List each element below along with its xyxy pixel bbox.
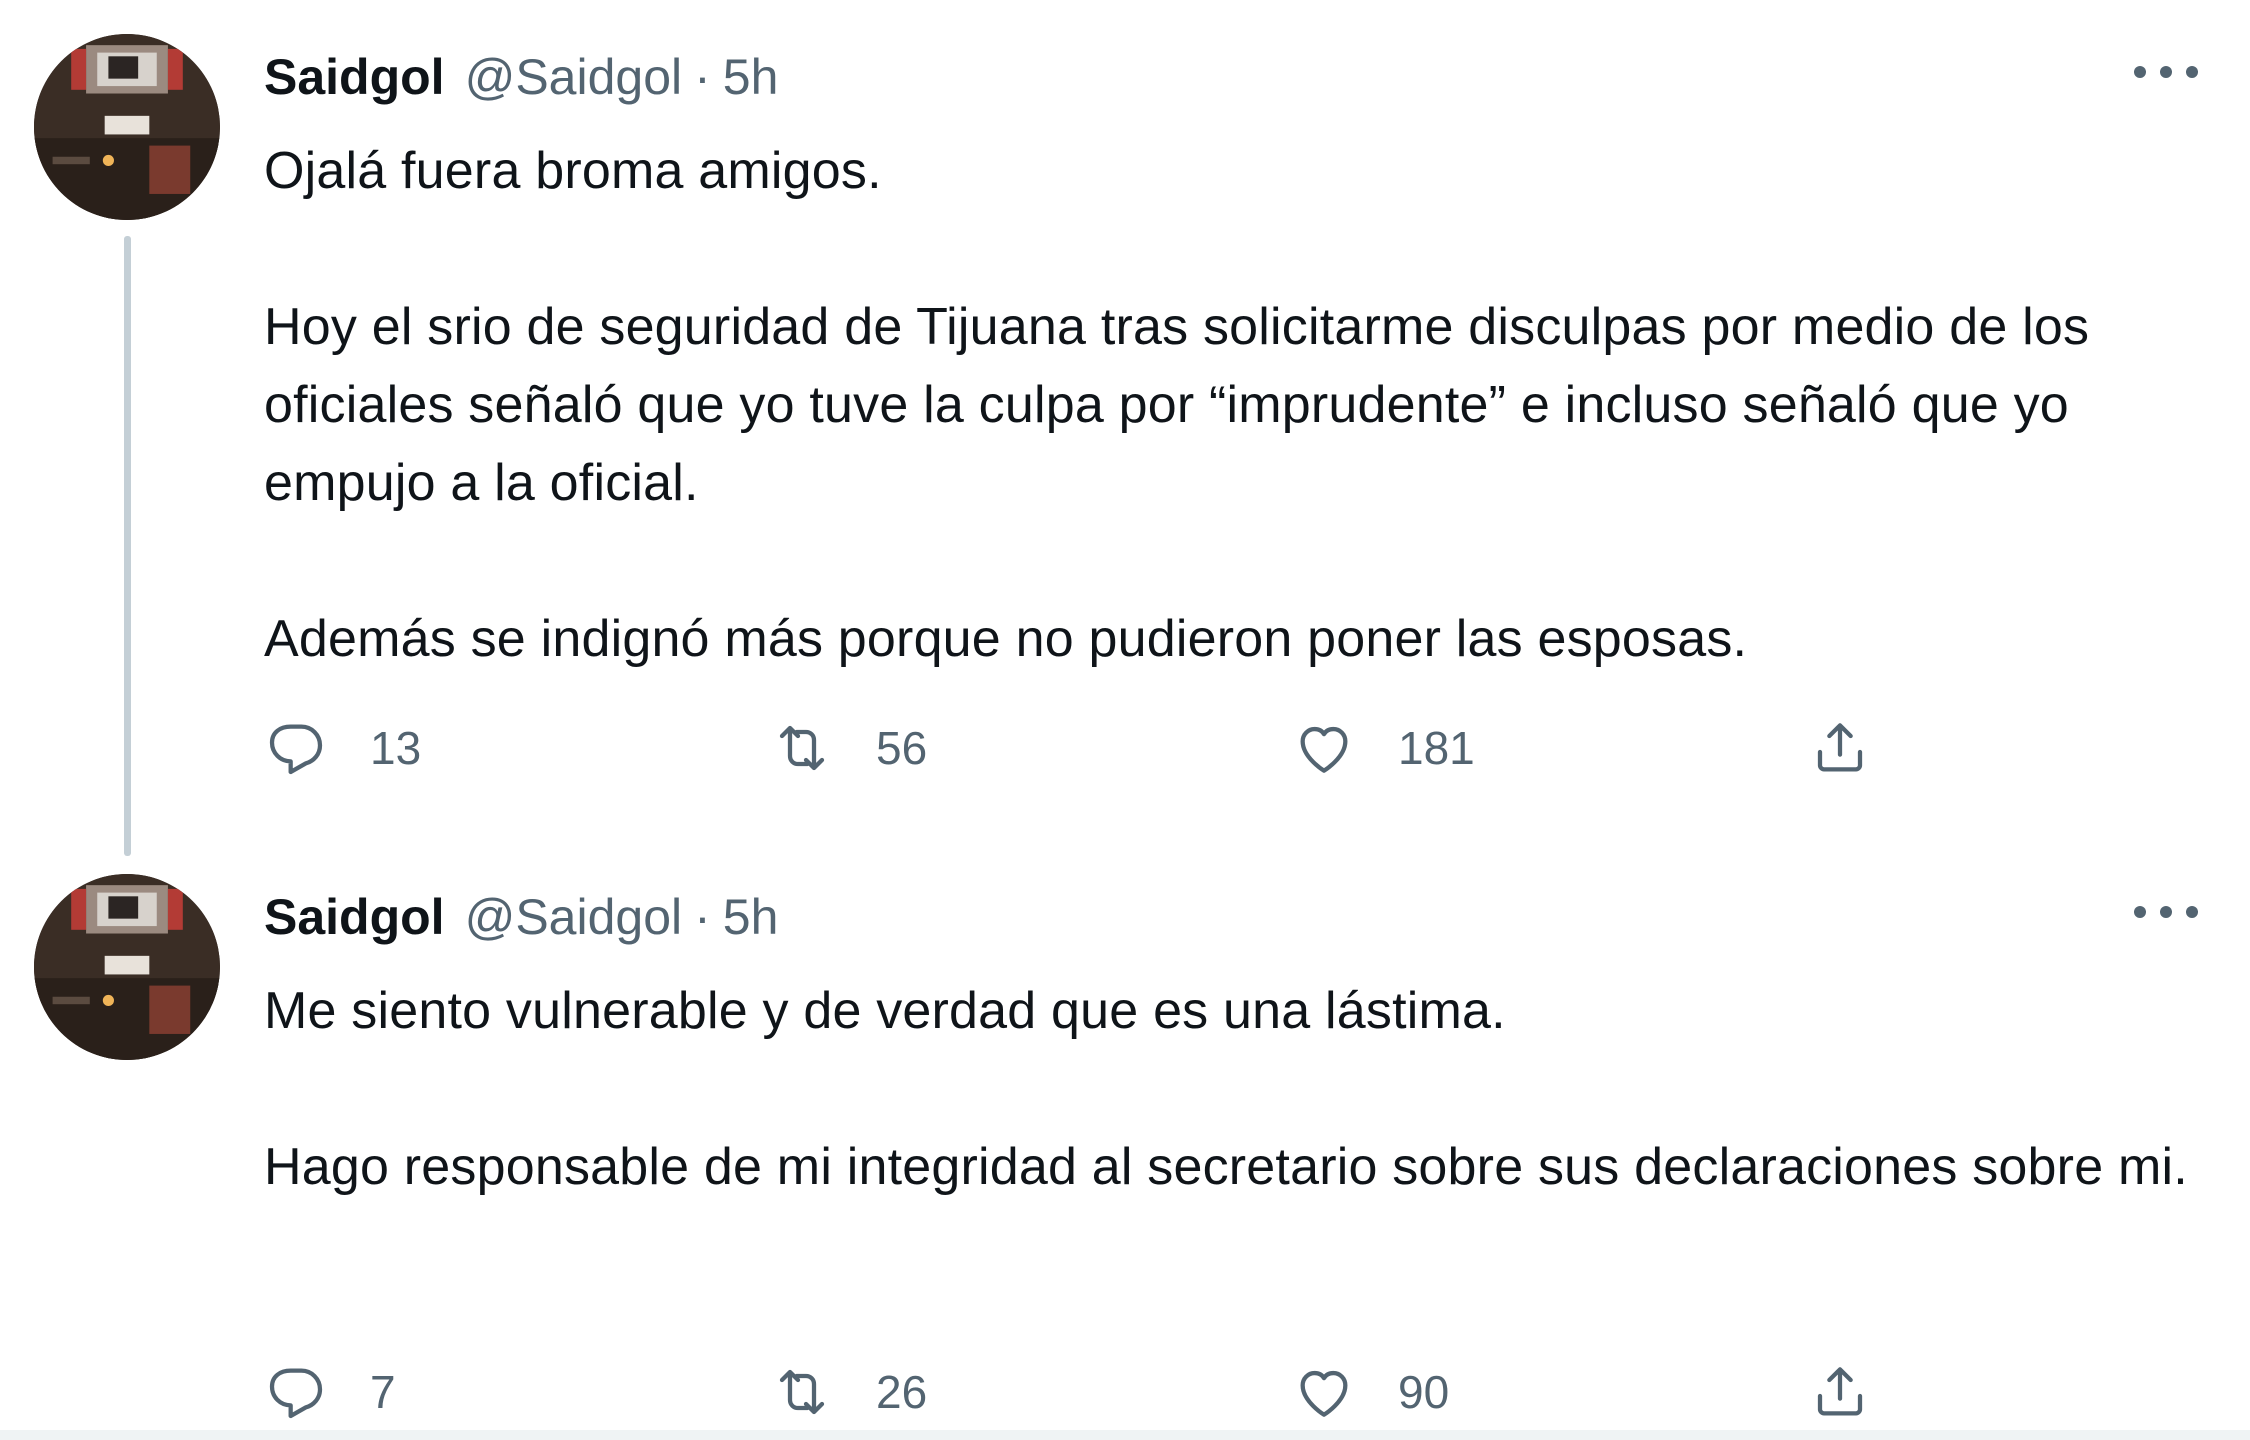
reply-count: 13 <box>370 722 422 774</box>
display-name[interactable]: Saidgol <box>264 888 445 946</box>
retweet-button[interactable]: 26 <box>770 1360 927 1424</box>
more-icon-dot <box>2134 66 2146 78</box>
bottom-divider <box>0 1430 2250 1440</box>
tweet-actions: 13 56 181 <box>264 708 1984 788</box>
reply-button[interactable]: 7 <box>264 1360 396 1424</box>
tweet-timestamp[interactable]: 5h <box>723 48 779 106</box>
reply-count: 7 <box>370 1366 396 1418</box>
avatar[interactable] <box>34 874 220 1060</box>
user-handle[interactable]: @Saidgol <box>465 48 683 106</box>
tweet-actions: 7 26 90 <box>264 1352 1984 1432</box>
like-count: 181 <box>1398 722 1475 774</box>
tweet[interactable]: Saidgol @Saidgol · 5h Ojalá fuera broma … <box>0 0 2250 856</box>
separator-dot: · <box>694 889 711 945</box>
share-icon <box>1817 1367 1863 1416</box>
tweet-text: Me siento vulnerable y de verdad que es … <box>264 982 2188 1196</box>
avatar-image <box>34 874 220 1060</box>
like-button[interactable]: 90 <box>1292 1360 1449 1424</box>
heart-icon <box>1300 1370 1348 1417</box>
tweet-timestamp[interactable]: 5h <box>723 888 779 946</box>
reply-icon <box>269 724 323 775</box>
tweet[interactable]: Saidgol @Saidgol · 5h Me siento vulnerab… <box>0 840 2250 1430</box>
separator-dot: · <box>694 49 711 105</box>
more-icon-dot <box>2160 66 2172 78</box>
display-name[interactable]: Saidgol <box>264 48 445 106</box>
like-count: 90 <box>1398 1366 1450 1418</box>
reply-icon <box>269 1368 323 1419</box>
more-icon-dot <box>2186 66 2198 78</box>
more-options-button[interactable] <box>2134 50 2198 94</box>
thread: Saidgol @Saidgol · 5h Ojalá fuera broma … <box>0 0 2250 1440</box>
tweet-header: Saidgol @Saidgol · 5h <box>264 42 778 112</box>
tweet-text: Ojalá fuera broma amigos. Hoy el srio de… <box>264 142 2090 668</box>
retweet-count: 26 <box>876 1366 928 1418</box>
more-icon-dot <box>2186 906 2198 918</box>
like-button[interactable]: 181 <box>1292 716 1475 780</box>
retweet-button[interactable]: 56 <box>770 716 927 780</box>
reply-button[interactable]: 13 <box>264 716 421 780</box>
more-icon-dot <box>2134 906 2146 918</box>
share-button[interactable] <box>1808 716 1872 780</box>
share-icon <box>1817 723 1863 772</box>
share-button[interactable] <box>1808 1360 1872 1424</box>
more-options-button[interactable] <box>2134 890 2198 934</box>
tweet-header: Saidgol @Saidgol · 5h <box>264 882 778 952</box>
thread-connector-line <box>124 236 131 856</box>
retweet-icon <box>779 725 825 771</box>
more-icon-dot <box>2160 906 2172 918</box>
avatar[interactable] <box>34 34 220 220</box>
avatar-image <box>34 34 220 220</box>
retweet-count: 56 <box>876 722 928 774</box>
retweet-icon <box>779 1369 825 1415</box>
user-handle[interactable]: @Saidgol <box>465 888 683 946</box>
heart-icon <box>1300 726 1348 773</box>
